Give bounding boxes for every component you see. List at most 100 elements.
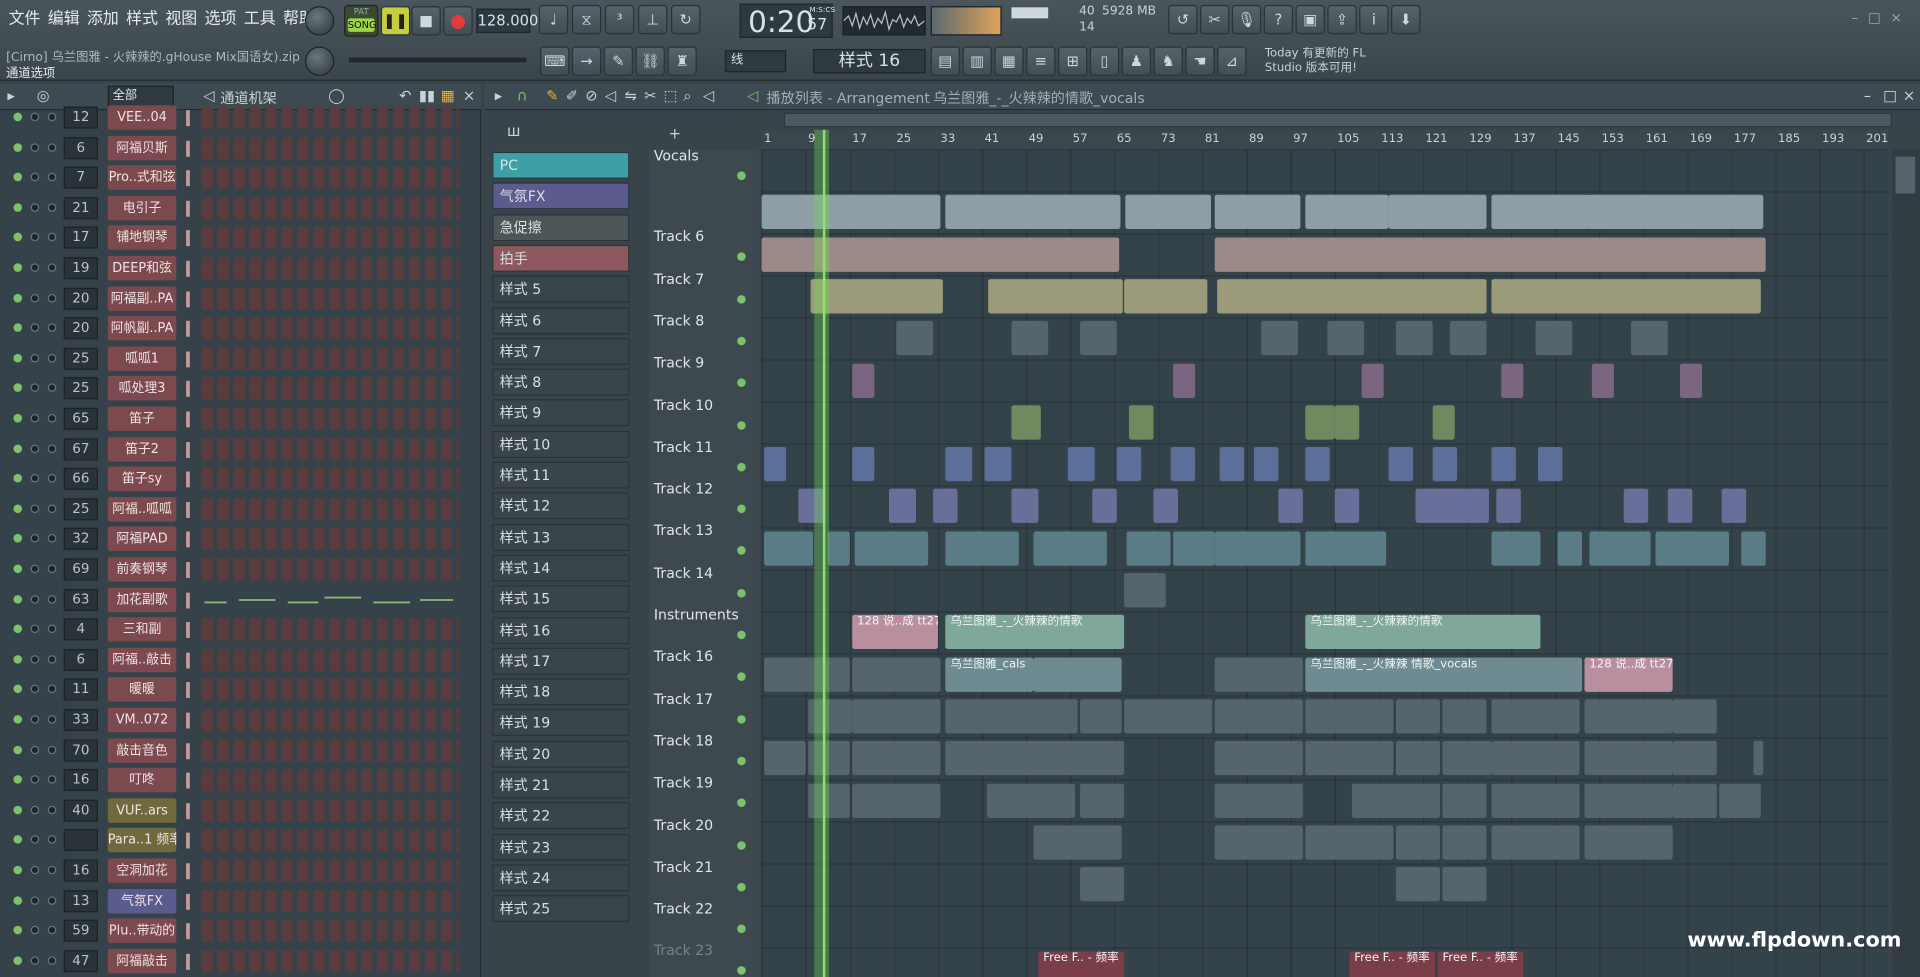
step-sequencer[interactable]	[202, 678, 460, 701]
draw-icon[interactable]: ✎	[546, 87, 558, 104]
pattern-clip[interactable]	[1214, 741, 1303, 776]
channel-rack-icon[interactable]: ▦	[994, 46, 1024, 76]
undo-icon[interactable]: ↺	[1168, 4, 1198, 35]
tempo-icon[interactable]: ♞	[1153, 46, 1183, 76]
channel-name-button[interactable]: DEEP和弦	[107, 255, 177, 281]
zoom-icon[interactable]: ⌕	[683, 87, 691, 105]
pattern-clip[interactable]	[1351, 783, 1441, 818]
pattern-clip[interactable]	[1672, 699, 1717, 734]
automation-clip[interactable]: Free F.. - 频率	[1349, 951, 1436, 977]
track-name[interactable]: Track 7	[654, 270, 704, 287]
step-sequencer[interactable]	[202, 648, 460, 671]
pitch-knob[interactable]	[304, 46, 335, 76]
pattern-clip[interactable]	[1219, 447, 1245, 482]
pattern-clip[interactable]	[1415, 489, 1489, 524]
channel-pan-knob[interactable]	[30, 413, 40, 423]
track-name[interactable]: Track 13	[654, 522, 713, 539]
step-sequencer[interactable]	[202, 136, 460, 159]
pattern-clip[interactable]	[1442, 867, 1487, 902]
channel-volume-knob[interactable]	[47, 594, 57, 604]
channel-select-led[interactable]	[186, 411, 190, 428]
delete-icon[interactable]: ⊘	[585, 87, 597, 104]
channel-name-button[interactable]: 叮咚	[107, 767, 177, 793]
vocal-clip[interactable]: 乌兰图雅_cals	[945, 657, 1034, 692]
channel-pan-knob[interactable]	[30, 263, 40, 272]
pattern-clip[interactable]	[1253, 447, 1279, 482]
pattern-clip[interactable]	[1334, 405, 1360, 440]
automation-clip[interactable]: Free F.. - 频率	[1437, 951, 1524, 977]
channel-enable-led[interactable]	[13, 353, 23, 363]
channel-pan-knob[interactable]	[30, 775, 40, 784]
pattern-clip[interactable]	[1305, 405, 1335, 440]
pattern-item[interactable]: 样式 22	[492, 802, 630, 830]
pattern-item[interactable]: 样式 14	[492, 554, 630, 582]
channel-pan-knob[interactable]	[30, 624, 40, 634]
channel-name-button[interactable]: 阿福敲击	[107, 948, 177, 974]
step-sequencer[interactable]	[202, 227, 460, 250]
channel-volume-knob[interactable]	[47, 474, 57, 483]
channel-mixer-track[interactable]: 12	[63, 106, 98, 129]
pattern-item[interactable]: 样式 8	[492, 368, 630, 396]
channel-pan-knob[interactable]	[30, 474, 40, 483]
pattern-clip[interactable]	[1432, 405, 1455, 440]
pattern-clip[interactable]	[896, 321, 934, 356]
pattern-clip[interactable]	[1395, 741, 1441, 776]
channel-volume-knob[interactable]	[47, 413, 57, 423]
channel-volume-knob[interactable]	[47, 564, 57, 574]
close-icon[interactable]: ×	[1891, 10, 1902, 26]
pattern-clip[interactable]	[1116, 447, 1142, 482]
pattern-item[interactable]: PC	[492, 151, 630, 179]
track-led[interactable]	[737, 336, 746, 346]
pattern-clip[interactable]	[1623, 489, 1649, 524]
channel-select-led[interactable]	[186, 652, 190, 669]
channel-volume-knob[interactable]	[47, 293, 57, 302]
step-sequencer[interactable]	[202, 889, 460, 912]
record-button[interactable]: ●	[443, 6, 473, 36]
channel-volume-knob[interactable]	[47, 233, 57, 242]
picker-icon[interactable]: ш	[507, 122, 520, 139]
audio-clip[interactable]	[761, 195, 941, 230]
slice-icon[interactable]: ✂	[644, 87, 656, 104]
pattern-clip[interactable]	[810, 279, 943, 314]
step-sequencer[interactable]	[202, 407, 460, 430]
mic-icon[interactable]: 🎙	[1231, 4, 1262, 35]
audio-clip[interactable]: 128 说..成 tt27	[1584, 657, 1673, 692]
menu-tools[interactable]: 工具	[240, 7, 279, 31]
channel-select-led[interactable]	[186, 622, 190, 639]
channel-enable-led[interactable]	[13, 865, 23, 875]
play-icon[interactable]: ◁	[703, 87, 714, 104]
step-sequencer[interactable]	[202, 769, 460, 792]
channel-select-led[interactable]	[186, 712, 190, 729]
channel-mixer-track[interactable]: 66	[63, 467, 98, 491]
pattern-clip[interactable]	[1491, 741, 1580, 776]
channel-enable-led[interactable]	[13, 805, 23, 815]
channel-name-button[interactable]: 呱处理3	[107, 376, 177, 401]
channel-select-led[interactable]	[186, 833, 190, 850]
pattern-clip[interactable]	[1631, 321, 1668, 356]
vocal-clip[interactable]: 乌兰图雅_-_火辣辣的情歌	[1305, 615, 1541, 650]
channel-pan-knob[interactable]	[30, 745, 40, 754]
maximize-icon[interactable]: □	[1868, 10, 1881, 26]
audio-clip[interactable]	[1586, 195, 1764, 230]
audio-clip[interactable]: 128 说..成 tt27	[852, 615, 938, 650]
channel-pan-knob[interactable]	[30, 112, 40, 122]
audio-clip[interactable]	[1491, 195, 1590, 230]
download-icon[interactable]: ⬇	[1391, 4, 1421, 35]
track-led[interactable]	[737, 672, 746, 682]
track-name[interactable]: Track 23	[654, 942, 713, 959]
pattern-clip[interactable]	[1011, 321, 1049, 356]
info-icon[interactable]: i	[1359, 4, 1389, 35]
pattern-clip[interactable]	[1080, 321, 1117, 356]
channel-mixer-track[interactable]	[63, 829, 98, 852]
track-led[interactable]	[737, 798, 746, 808]
channel-pan-knob[interactable]	[30, 293, 40, 302]
step-sequencer[interactable]	[202, 377, 460, 400]
channel-name-button[interactable]: 三和副	[107, 617, 177, 642]
track-name[interactable]: Track 20	[654, 816, 713, 833]
channel-enable-led[interactable]	[13, 383, 23, 393]
track-name[interactable]: Track 22	[654, 900, 713, 917]
channel-enable-led[interactable]	[13, 172, 23, 182]
timeline-ruler[interactable]: 1 9 17 25 33 41 49 57 65 73 81 89 97 105 113 121 129 137 1…	[761, 129, 1888, 150]
channel-pan-knob[interactable]	[30, 504, 40, 513]
channel-pan-knob[interactable]	[30, 956, 40, 965]
